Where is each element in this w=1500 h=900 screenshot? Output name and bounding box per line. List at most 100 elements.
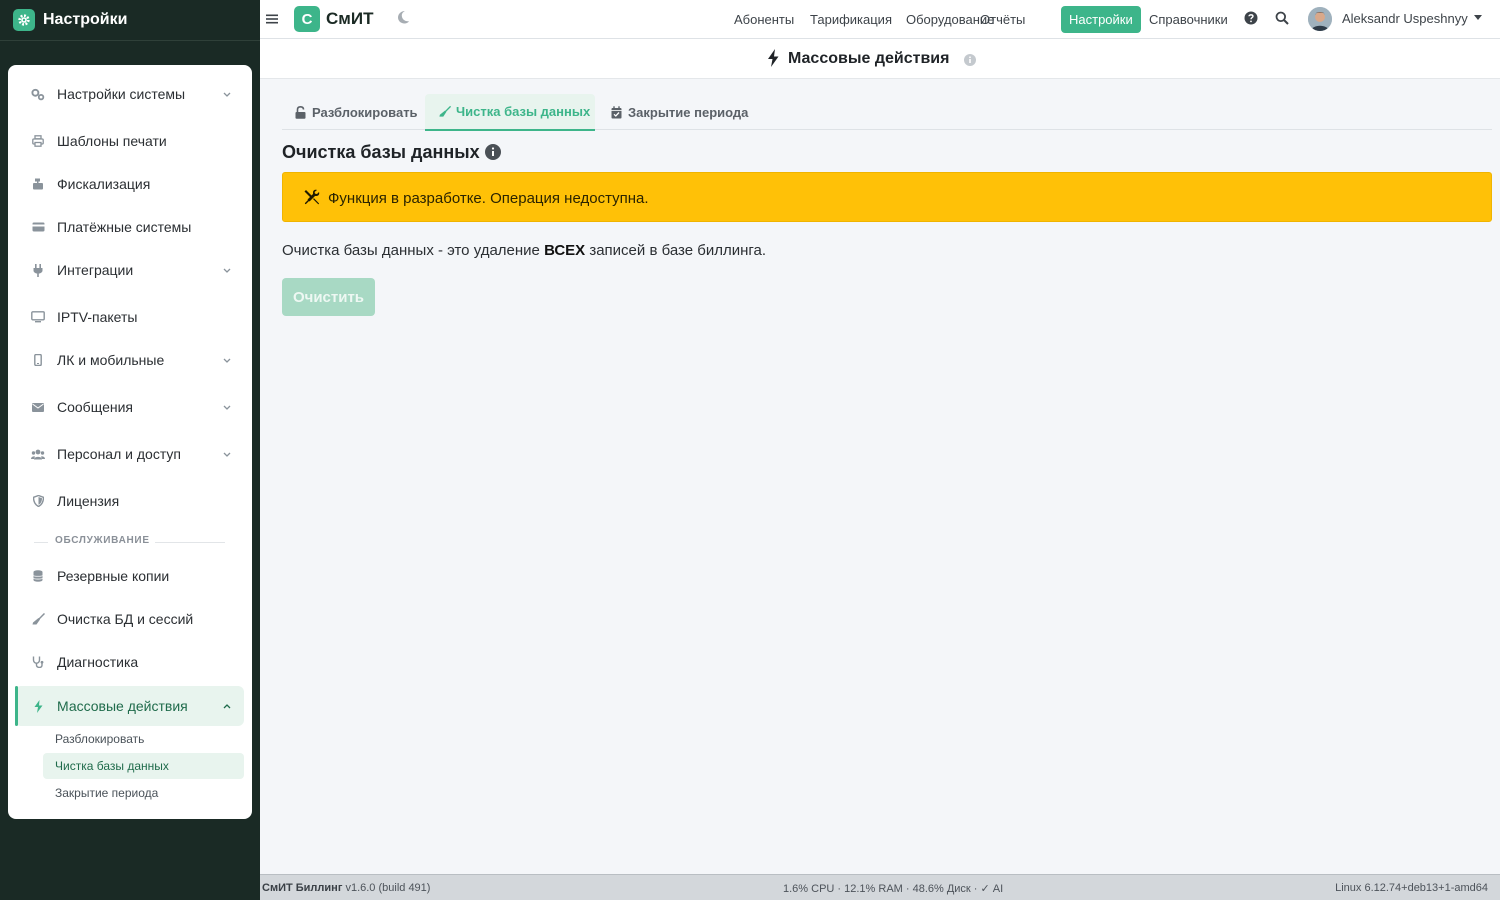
logo-text[interactable]: СмИТ xyxy=(326,9,373,29)
alert-message: Функция в разработке. Операция недоступн… xyxy=(328,190,649,207)
moon-icon[interactable] xyxy=(396,10,412,26)
sidebar-item-staff-access[interactable]: Персонал и доступ xyxy=(8,439,252,469)
nav-settings[interactable]: Настройки xyxy=(1061,6,1141,33)
users-icon xyxy=(30,446,46,462)
tab-db-purge[interactable]: Чистка базы данных xyxy=(425,94,595,131)
broom-icon xyxy=(439,105,451,119)
sidebar-item-label: Настройки системы xyxy=(57,86,186,102)
info-icon[interactable] xyxy=(485,144,501,160)
footer-app-name: СмИТ Биллинг xyxy=(262,882,343,894)
clear-button[interactable]: Очистить xyxy=(282,278,375,316)
sidebar-item-label: Очистка БД и сессий xyxy=(57,611,194,627)
section-divider xyxy=(155,542,225,543)
nav-reports[interactable]: Отчёты xyxy=(972,6,1033,33)
page-title: Массовые действия xyxy=(788,50,950,67)
avatar[interactable] xyxy=(1308,7,1332,31)
tab-label: Закрытие периода xyxy=(628,105,749,120)
sidebar: Настройки Настройки системы Шаблоны печа… xyxy=(0,0,260,900)
sidebar-item-label: Диагностика xyxy=(57,654,139,670)
description-text: Очистка базы данных - это удаление xyxy=(282,242,545,259)
tv-icon xyxy=(30,309,46,325)
chevron-up-icon xyxy=(221,700,233,712)
sidebar-item-label: Лицензия xyxy=(57,493,120,509)
description: Очистка базы данных - это удаление ВСЕХ … xyxy=(282,242,766,259)
help-icon[interactable] xyxy=(1244,11,1258,25)
sidebar-subitem-unblock[interactable]: Разблокировать xyxy=(43,726,244,752)
sidebar-item-label: Шаблоны печати xyxy=(57,133,167,149)
sidebar-section-label: ОБСЛУЖИВАНИЕ xyxy=(55,535,150,546)
credit-card-icon xyxy=(30,219,46,235)
sidebar-item-integrations[interactable]: Интеграции xyxy=(8,255,252,285)
logo-mark[interactable]: С xyxy=(294,6,320,32)
sidebar-item-messages[interactable]: Сообщения xyxy=(8,392,252,422)
top-navbar: С СмИТ Абоненты Тарификация Оборудование… xyxy=(260,0,1500,39)
chevron-down-icon xyxy=(221,401,233,413)
sidebar-item-mobile[interactable]: ЛК и мобильные xyxy=(8,345,252,375)
footer: СмИТ Биллинг v1.6.0 (build 491) 1.6% CPU… xyxy=(260,874,1500,900)
envelope-icon xyxy=(30,399,46,415)
sidebar-title: Настройки xyxy=(43,11,128,28)
tab-label: Разблокировать xyxy=(312,105,418,120)
section-divider xyxy=(34,542,48,543)
sidebar-item-mass-actions[interactable]: Массовые действия xyxy=(15,686,244,726)
sidebar-brand[interactable]: Настройки xyxy=(0,0,260,41)
chevron-down-icon xyxy=(221,264,233,276)
broom-icon xyxy=(30,611,46,627)
stethoscope-icon xyxy=(30,654,46,670)
search-icon[interactable] xyxy=(1275,11,1289,25)
calendar-check-icon xyxy=(611,106,623,120)
footer-kernel: Linux 6.12.74+deb13+1-amd64 xyxy=(1335,882,1488,894)
info-icon[interactable] xyxy=(964,53,976,66)
nav-subscribers[interactable]: Абоненты xyxy=(726,6,802,33)
sidebar-item-label: Фискализация xyxy=(57,176,151,192)
nav-billing[interactable]: Тарификация xyxy=(802,6,900,33)
sidebar-subitem-period-close[interactable]: Закрытие периода xyxy=(43,780,244,806)
plug-icon xyxy=(30,262,46,278)
caret-down-icon[interactable] xyxy=(1474,15,1482,20)
sidebar-item-license[interactable]: Лицензия xyxy=(8,486,252,516)
sidebar-item-db-cleanup[interactable]: Очистка БД и сессий xyxy=(8,604,252,634)
sidebar-menu: Настройки системы Шаблоны печати Фискали… xyxy=(8,65,252,819)
user-name[interactable]: Aleksandr Uspeshnyy xyxy=(1342,11,1468,26)
sidebar-item-label: ЛК и мобильные xyxy=(57,352,165,368)
sidebar-item-label: Интеграции xyxy=(57,262,134,278)
unlock-icon xyxy=(295,106,307,120)
cash-register-icon xyxy=(30,176,46,192)
sidebar-item-label: Платёжные системы xyxy=(57,219,192,235)
mobile-icon xyxy=(30,352,46,368)
chevron-down-icon xyxy=(221,88,233,100)
footer-build: v1.6.0 (build 491) xyxy=(342,882,431,894)
sidebar-item-payment-systems[interactable]: Платёжные системы xyxy=(8,212,252,242)
database-icon xyxy=(30,568,46,584)
hamburger-menu-icon[interactable] xyxy=(266,12,278,24)
section-title: Очистка базы данных xyxy=(282,142,480,162)
sidebar-item-system-settings[interactable]: Настройки системы xyxy=(8,79,252,109)
tab-period-close[interactable]: Закрытие периода xyxy=(611,94,748,131)
bolt-icon xyxy=(30,698,46,714)
gear-icon xyxy=(13,9,35,31)
description-text: записей в базе биллинга. xyxy=(585,242,767,259)
warning-alert: Функция в разработке. Операция недоступн… xyxy=(282,172,1492,222)
sidebar-item-backups[interactable]: Резервные копии xyxy=(8,561,252,591)
sidebar-item-label: Резервные копии xyxy=(57,568,170,584)
sidebar-item-diagnostics[interactable]: Диагностика xyxy=(8,647,252,677)
bolt-icon xyxy=(767,49,781,67)
chevron-down-icon xyxy=(221,448,233,460)
tools-icon xyxy=(303,189,320,206)
sidebar-item-label: Сообщения xyxy=(57,399,133,415)
footer-version: СмИТ Биллинг v1.6.0 (build 491) xyxy=(262,882,430,894)
sidebar-subitem-db-purge[interactable]: Чистка базы данных xyxy=(43,753,244,779)
nav-directories[interactable]: Справочники xyxy=(1141,6,1236,33)
tab-label: Чистка базы данных xyxy=(456,104,591,119)
sidebar-item-label: IPTV-пакеты xyxy=(57,309,138,325)
description-emphasis: ВСЕХ xyxy=(544,242,586,259)
sidebar-item-label: Массовые действия xyxy=(57,698,188,714)
tab-unblock[interactable]: Разблокировать xyxy=(295,94,418,131)
printer-icon xyxy=(30,133,46,149)
chevron-down-icon xyxy=(221,354,233,366)
sidebar-item-print-templates[interactable]: Шаблоны печати xyxy=(8,126,252,156)
sidebar-item-iptv[interactable]: IPTV-пакеты xyxy=(8,302,252,332)
shield-icon xyxy=(30,493,46,509)
sidebar-item-fiscalization[interactable]: Фискализация xyxy=(8,169,252,199)
page-header: Массовые действия xyxy=(260,39,1500,79)
